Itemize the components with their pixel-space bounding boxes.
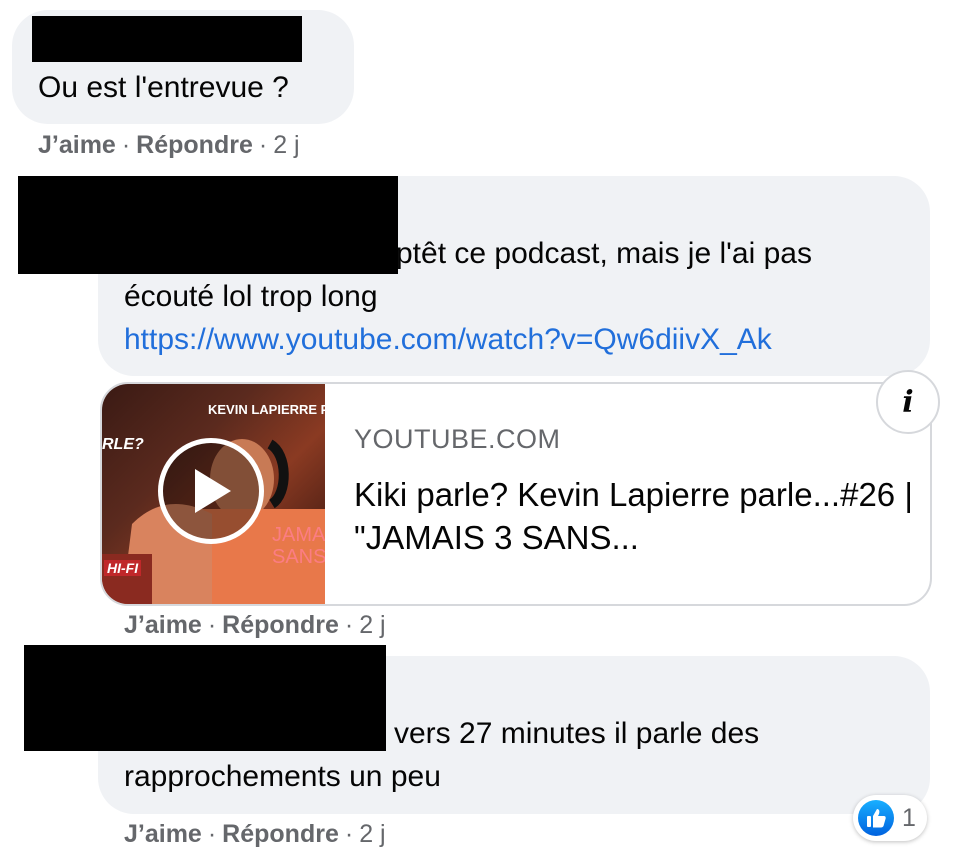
reply-button[interactable]: Répondre (222, 820, 339, 848)
play-icon[interactable] (158, 438, 264, 544)
timestamp[interactable]: 2 j (359, 611, 385, 639)
preview-meta: YOUTUBE.COM Kiki parle? Kevin Lapierre p… (354, 424, 914, 559)
like-button[interactable]: J’aime (124, 820, 202, 848)
thumb-left-text: RLE? (102, 436, 144, 453)
comment-actions: J’aime · Répondre · 2 j (124, 820, 386, 848)
thumb-title-text: KEVIN LAPIERRE P (208, 402, 325, 417)
like-button[interactable]: J’aime (124, 611, 202, 639)
play-triangle (195, 469, 231, 513)
preview-domain: YOUTUBE.COM (354, 424, 561, 454)
redacted-author-name (18, 176, 398, 274)
comment-text-line-2: rapprochements un peu (124, 760, 441, 793)
timestamp[interactable]: 2 j (359, 820, 385, 848)
link-preview-card[interactable]: KEVIN LAPIERRE P RLE? JAMAIS SANS HI-FI … (100, 382, 932, 606)
info-icon[interactable]: i (876, 370, 940, 434)
thumb-badge: HI-FI (104, 560, 142, 576)
comment-actions: J’aime · Répondre · 2 j (38, 131, 300, 159)
reaction-count: 1 (902, 803, 916, 832)
reply-button[interactable]: Répondre (222, 611, 339, 639)
comment-text-line-2: écouté lol trop long (124, 280, 378, 313)
reaction-summary[interactable]: 1 (853, 795, 927, 841)
like-button[interactable]: J’aime (38, 131, 116, 159)
thumbs-up-glyph (867, 809, 886, 828)
redacted-author-name (32, 16, 302, 62)
thumbs-up-icon (858, 800, 894, 836)
comment-text-line-1: vers 27 minutes il parle des (394, 717, 760, 750)
youtube-link[interactable]: https://www.youtube.com/watch?v=Qw6diivX… (124, 318, 772, 361)
thumb-overlay-text: JAMAIS SANS (272, 524, 325, 568)
preview-title[interactable]: Kiki parle? Kevin Lapierre parle...#26 |… (354, 473, 914, 559)
comment-text: Ou est l'entrevue ? (38, 71, 289, 104)
reply-button[interactable]: Répondre (136, 131, 253, 159)
comment-actions: J’aime · Répondre · 2 j (124, 611, 386, 639)
video-thumbnail[interactable]: KEVIN LAPIERRE P RLE? JAMAIS SANS HI-FI (102, 384, 325, 604)
timestamp[interactable]: 2 j (273, 131, 299, 159)
comment-text-line-1: ptêt ce podcast, mais je l'ai pas (396, 237, 812, 270)
redacted-author-name (24, 645, 386, 751)
